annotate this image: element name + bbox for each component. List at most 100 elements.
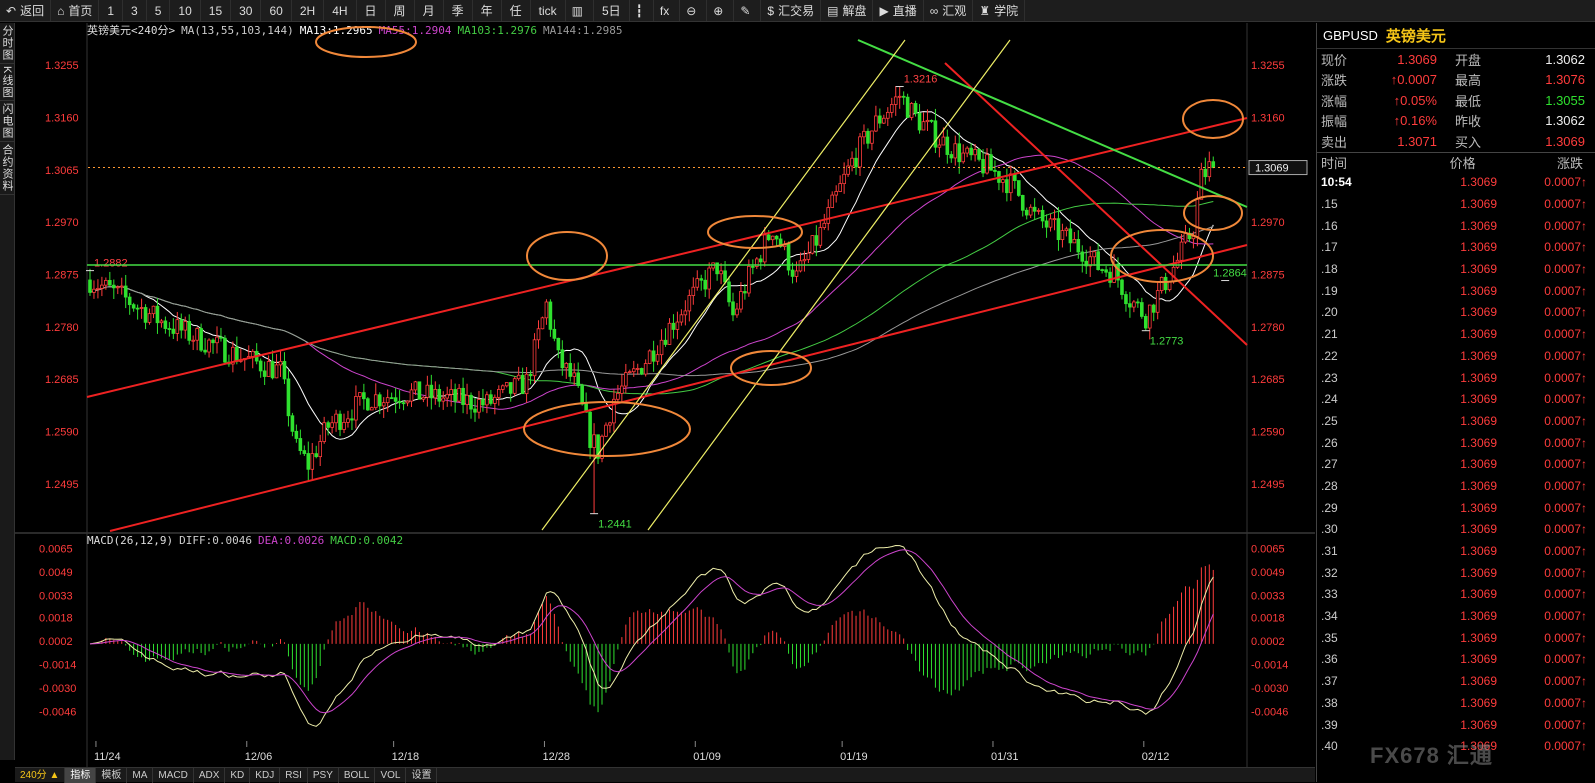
quote-table: 现价 1.3069 开盘 1.3062 涨跌 ↑0.0007 最高 1.3076 涨幅 ↑0.05… bbox=[1317, 49, 1595, 152]
quote-row: 现价 1.3069 开盘 1.3062 bbox=[1317, 49, 1595, 70]
leftnav-item-0[interactable]: 分时图 bbox=[0, 23, 15, 64]
toolbar-item-1[interactable]: ⌂ 首页 bbox=[51, 0, 100, 21]
toolbar-item-29[interactable]: ♜ 学院 bbox=[973, 0, 1026, 21]
toolbar-item-28[interactable]: ∞ 汇观 bbox=[924, 0, 974, 21]
tick-change: 0.0007↑ bbox=[1544, 283, 1587, 298]
tick-change: 0.0007↑ bbox=[1544, 175, 1587, 190]
leftnav-item-2[interactable]: 闪电图 bbox=[0, 101, 15, 143]
candle-body bbox=[1076, 239, 1081, 253]
candle-body bbox=[969, 147, 973, 156]
macd-sep: : bbox=[357, 534, 364, 547]
quote-label: 昨收 bbox=[1455, 114, 1482, 130]
ma-value: 1.2904 bbox=[412, 24, 452, 37]
indicator-tab-8[interactable]: PSY bbox=[308, 767, 339, 783]
macd-legend-item: DIFF:0.0046 bbox=[179, 534, 252, 547]
tick-change: 0.0007↑ bbox=[1544, 739, 1587, 754]
candle-body bbox=[679, 314, 684, 323]
tick-row: .28 1.3069 0.0007↑ bbox=[1317, 475, 1595, 497]
tick-row: .26 1.3069 0.0007↑ bbox=[1317, 432, 1595, 454]
candle-body bbox=[862, 130, 866, 138]
candle-body bbox=[481, 399, 485, 406]
quote-label: 开盘 bbox=[1455, 52, 1482, 68]
toolbar-item-25[interactable]: $ 汇交易 bbox=[761, 0, 822, 21]
toolbar-item-2[interactable]: 1 bbox=[99, 0, 124, 21]
indicator-tab-1[interactable]: 模板 bbox=[96, 767, 128, 783]
toolbar-item-13[interactable]: 月 bbox=[415, 0, 444, 21]
macd-legend-item: MACD:0.0042 bbox=[330, 534, 403, 547]
ma-value: 1.2985 bbox=[583, 24, 623, 37]
toolbar-item-9[interactable]: 2H bbox=[292, 0, 325, 21]
ma-legend-item: MA(13,55,103,144) bbox=[181, 24, 294, 37]
chart-area[interactable]: 1.32551.32551.31601.31601.30651.30651.29… bbox=[15, 23, 1315, 767]
tick-time: .21 bbox=[1321, 327, 1338, 342]
toolbar-item-3[interactable]: 3 bbox=[123, 0, 147, 21]
toolbar-item-7[interactable]: 30 bbox=[231, 0, 262, 21]
macd-y-tick-right: 0.0049 bbox=[1251, 567, 1285, 579]
indicator-tab-11[interactable]: 设置 bbox=[406, 767, 438, 783]
toolbar-item-11[interactable]: 日 bbox=[357, 0, 386, 21]
candle-body bbox=[905, 96, 910, 118]
x-tick-label: 11/24 bbox=[94, 751, 121, 763]
indicator-tab-4[interactable]: ADX bbox=[194, 767, 226, 783]
toolbar-item-4[interactable]: 5 bbox=[147, 0, 171, 21]
indicator-tab-5[interactable]: KD bbox=[225, 767, 251, 783]
candle-body bbox=[1001, 179, 1005, 183]
candle-body bbox=[604, 424, 608, 437]
tick-row: .34 1.3069 0.0007↑ bbox=[1317, 605, 1595, 627]
indicator-tab-2[interactable]: MA bbox=[127, 767, 154, 783]
toolbar-item-15[interactable]: 年 bbox=[473, 0, 502, 21]
period-selector[interactable]: 240分 ▲ bbox=[15, 767, 66, 783]
tick-change: 0.0007↑ bbox=[1544, 674, 1587, 689]
candle-body bbox=[751, 265, 755, 268]
indicator-tab-3[interactable]: MACD bbox=[153, 767, 194, 783]
toolbar-item-17[interactable]: tick bbox=[531, 0, 566, 21]
toolbar-item-6[interactable]: 15 bbox=[201, 0, 232, 21]
toolbar-item-22[interactable]: ⊖ bbox=[680, 0, 708, 21]
tick-time: .16 bbox=[1321, 218, 1338, 233]
candle-body bbox=[397, 400, 402, 404]
candle-body bbox=[893, 96, 898, 105]
toolbar-item-27[interactable]: ▶ 直播 bbox=[873, 0, 924, 21]
toolbar-item-21[interactable]: fx bbox=[654, 0, 681, 21]
toolbar-item-24[interactable]: ✎ bbox=[734, 0, 762, 21]
toolbar-item-0[interactable]: ↶ 返回 bbox=[0, 0, 52, 21]
toolbar-label: 15 bbox=[208, 3, 223, 18]
candle-body bbox=[639, 368, 644, 375]
candle-body bbox=[302, 450, 307, 454]
toolbar-item-8[interactable]: 60 bbox=[261, 0, 292, 21]
indicator-tab-0[interactable]: 指标 bbox=[65, 767, 97, 783]
indicator-tab-9[interactable]: BOLL bbox=[339, 767, 376, 783]
toolbar-item-20[interactable]: ┇ bbox=[630, 0, 654, 21]
candle-body bbox=[1104, 269, 1108, 273]
candle-body bbox=[274, 364, 279, 379]
toolbar-item-23[interactable]: ⊕ bbox=[707, 0, 735, 21]
tick-list[interactable]: 10:54 1.3069 0.0007↑ .15 1.3069 0.0007↑ .16 1.3… bbox=[1317, 172, 1595, 758]
candle-body bbox=[921, 121, 926, 131]
candle-body bbox=[1199, 168, 1204, 200]
toolbar-item-26[interactable]: ▤ 解盘 bbox=[821, 0, 874, 21]
live-icon: ▶ bbox=[879, 3, 889, 18]
toolbar-item-14[interactable]: 季 bbox=[444, 0, 473, 21]
toolbar-item-19[interactable]: 5日 bbox=[594, 0, 630, 21]
candle-body bbox=[878, 115, 882, 124]
candle-body bbox=[1020, 195, 1025, 211]
indicator-tab-7[interactable]: RSI bbox=[280, 767, 308, 783]
leftnav-item-1[interactable]: K线图 bbox=[0, 64, 15, 102]
indicator-tab-10[interactable]: VOL bbox=[375, 767, 407, 783]
toolbar-item-18[interactable]: ▥ bbox=[566, 0, 594, 21]
toolbar-item-12[interactable]: 周 bbox=[386, 0, 415, 21]
candle-body bbox=[115, 286, 120, 289]
candle-body bbox=[568, 362, 573, 377]
leftnav-item-3[interactable]: 合约资料 bbox=[0, 142, 15, 196]
indicator-tab-6[interactable]: KDJ bbox=[250, 767, 281, 783]
candle-body bbox=[96, 287, 100, 290]
candle-body bbox=[298, 438, 303, 451]
toolbar-item-10[interactable]: 4H bbox=[324, 0, 357, 21]
toolbar-item-5[interactable]: 10 bbox=[170, 0, 201, 21]
price-extreme-label: 1.2441 bbox=[598, 519, 632, 531]
macd-y-tick-right: 0.0018 bbox=[1251, 612, 1285, 624]
toolbar-item-16[interactable]: 任 bbox=[502, 0, 531, 21]
draw-pen-icon: ✎ bbox=[740, 3, 751, 18]
tick-row: .32 1.3069 0.0007↑ bbox=[1317, 562, 1595, 584]
x-tick-label: 12/18 bbox=[392, 751, 420, 763]
